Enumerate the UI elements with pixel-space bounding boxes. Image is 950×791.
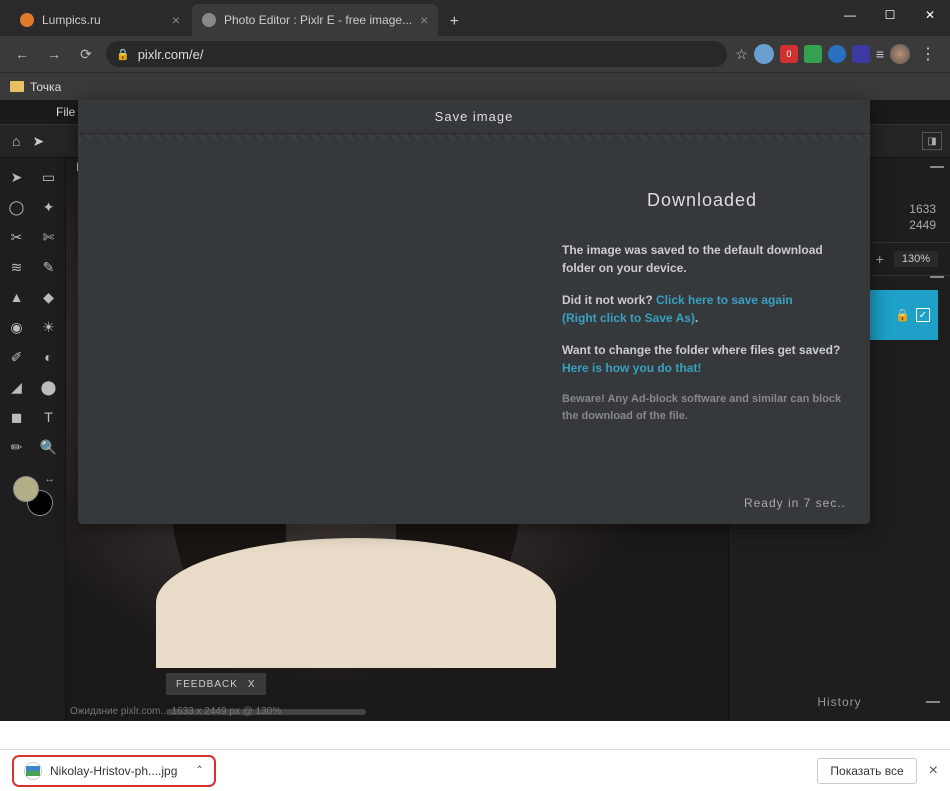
url-text: pixlr.com/e/ <box>138 47 204 62</box>
howto-link[interactable]: Here is how you do that! <box>562 361 701 375</box>
favicon-lumpics <box>20 13 34 27</box>
reload-button[interactable]: ⟳ <box>74 42 98 66</box>
dodge-tool[interactable]: ☀ <box>36 314 62 340</box>
lock-icon[interactable]: 🔒 <box>895 308 910 322</box>
close-tab-icon[interactable]: × <box>420 12 428 28</box>
adblock-warning: Beware! Any Ad-block software and simila… <box>562 391 842 424</box>
cut-tool[interactable]: ✄ <box>36 224 62 250</box>
window-controls: — ☐ ✕ <box>830 0 950 30</box>
shape-tool[interactable]: ◼ <box>4 404 30 430</box>
close-window-button[interactable]: ✕ <box>910 0 950 30</box>
favicon-pixlr <box>202 13 216 27</box>
translate-icon[interactable] <box>754 44 774 64</box>
text: . <box>695 311 698 325</box>
modal-title: Save image <box>78 100 870 134</box>
liquify-tool[interactable]: ≋ <box>4 254 30 280</box>
tab-strip: Lumpics.ru × Photo Editor : Pixlr E - fr… <box>0 0 468 36</box>
fill-tool[interactable]: ⬤ <box>36 374 62 400</box>
ext-icon-cube[interactable] <box>852 45 870 63</box>
nav-bar: ← → ⟳ 🔒 pixlr.com/e/ ☆ 0 ≡ ⋮ <box>0 36 950 72</box>
history-panel-header[interactable]: History <box>729 689 950 715</box>
lock-icon: 🔒 <box>116 48 130 61</box>
close-downloads-icon[interactable]: × <box>929 762 938 780</box>
close-tab-icon[interactable]: × <box>172 12 180 28</box>
text: Did it not work? <box>562 293 656 307</box>
status-bar: Ожидание pixlr.com... 1633 x 2449 px @ 1… <box>70 706 281 717</box>
download-filename: Nikolay-Hristov-ph....jpg <box>50 764 177 778</box>
spiral-tool[interactable]: ◉ <box>4 314 30 340</box>
minimize-button[interactable]: — <box>830 0 870 30</box>
downloads-bar: Nikolay-Hristov-ph....jpg ⌃ Показать все… <box>0 749 950 791</box>
ext-icon-opera[interactable]: 0 <box>780 45 798 63</box>
h-value: 2449 <box>909 218 936 232</box>
collapse-panel-icon[interactable]: ◨ <box>922 132 942 150</box>
menu-file[interactable]: File <box>56 105 75 119</box>
panel-minimize-icon[interactable] <box>930 276 944 278</box>
zoom-tool[interactable]: 🔍 <box>36 434 62 460</box>
save-image-modal: Save image Downloaded The image was save… <box>78 100 870 524</box>
reader-icon[interactable]: ≡ <box>876 46 884 62</box>
panel-minimize-icon[interactable] <box>926 701 940 703</box>
chevron-up-icon[interactable]: ⌃ <box>195 765 203 776</box>
blur-tool[interactable]: ◐ <box>36 344 62 370</box>
divider-stripe <box>78 134 870 140</box>
forward-button[interactable]: → <box>42 42 66 66</box>
feedback-label: FEEDBACK <box>176 679 238 690</box>
profile-avatar[interactable] <box>890 44 910 64</box>
save-line3: Want to change the folder where files ge… <box>562 341 842 377</box>
picker-tool[interactable]: ✏ <box>4 434 30 460</box>
bookmarks-bar: Точка <box>0 72 950 100</box>
download-spinner-icon <box>24 762 42 780</box>
star-icon[interactable]: ☆ <box>735 46 748 63</box>
tab-pixlr[interactable]: Photo Editor : Pixlr E - free image... × <box>192 4 438 36</box>
ext-icon-music[interactable] <box>804 45 822 63</box>
download-item[interactable]: Nikolay-Hristov-ph....jpg ⌃ <box>12 755 216 787</box>
zoom-percent[interactable]: 130% <box>894 251 938 267</box>
zoom-in-icon[interactable]: + <box>876 251 884 267</box>
type-tool[interactable]: T <box>36 404 62 430</box>
swap-colors-icon[interactable]: ↔ <box>45 474 55 485</box>
folder-icon <box>10 81 24 92</box>
tab-lumpics[interactable]: Lumpics.ru × <box>10 4 190 36</box>
maximize-button[interactable]: ☐ <box>870 0 910 30</box>
tab-title: Lumpics.ru <box>42 13 164 27</box>
eraser-tool[interactable]: ◢ <box>4 374 30 400</box>
bookmark-tochka[interactable]: Точка <box>10 80 61 94</box>
back-button[interactable]: ← <box>10 42 34 66</box>
save-line1: The image was saved to the default downl… <box>562 241 842 277</box>
ready-countdown: Ready in 7 sec.. <box>744 496 846 510</box>
save-as-link[interactable]: (Right click to Save As) <box>562 311 695 325</box>
address-bar[interactable]: 🔒 pixlr.com/e/ <box>106 41 727 67</box>
bookmark-label: Точка <box>30 80 61 94</box>
arrow-tool[interactable]: ➤ <box>4 164 30 190</box>
eyedrop-tool[interactable]: ✐ <box>4 344 30 370</box>
save-line2: Did it not work? Click here to save agai… <box>562 291 842 327</box>
home-icon[interactable]: ⌂ <box>12 133 20 149</box>
kebab-menu-icon[interactable]: ⋮ <box>916 44 940 64</box>
downloaded-heading: Downloaded <box>562 190 842 211</box>
arrow-tool-icon[interactable]: ➤ <box>32 133 44 150</box>
color-swatches[interactable]: ↔ <box>13 476 53 516</box>
feedback-close[interactable]: X <box>248 679 256 690</box>
w-value: 1633 <box>909 202 936 216</box>
pencil-tool[interactable]: ✎ <box>36 254 62 280</box>
brush-select-tool[interactable]: ✦ <box>36 194 62 220</box>
history-label: History <box>817 695 861 709</box>
new-tab-button[interactable]: + <box>440 8 468 36</box>
tool-column: ➤ ▭ ◯ ✦ ✂ ✄ ≋ ✎ ▲ ◆ ◉ ☀ ✐ ◐ ◢ ⬤ ◼ T ✏ 🔍 <box>0 158 66 721</box>
text: Want to change the folder where files ge… <box>562 343 840 357</box>
panel-minimize-icon[interactable] <box>930 166 944 168</box>
crop-tool[interactable]: ✂ <box>4 224 30 250</box>
feedback-button[interactable]: FEEDBACK X <box>166 673 266 695</box>
fg-color-swatch[interactable] <box>13 476 39 502</box>
drop-tool[interactable]: ◆ <box>36 284 62 310</box>
visibility-checkbox[interactable]: ✓ <box>916 308 930 322</box>
marquee-tool[interactable]: ▭ <box>36 164 62 190</box>
lasso-tool[interactable]: ◯ <box>4 194 30 220</box>
tab-title: Photo Editor : Pixlr E - free image... <box>224 13 412 27</box>
save-again-link[interactable]: Click here to save again <box>656 293 793 307</box>
ext-icon-circle[interactable] <box>828 45 846 63</box>
brush-tool[interactable]: ▲ <box>4 284 30 310</box>
show-all-button[interactable]: Показать все <box>817 758 916 784</box>
